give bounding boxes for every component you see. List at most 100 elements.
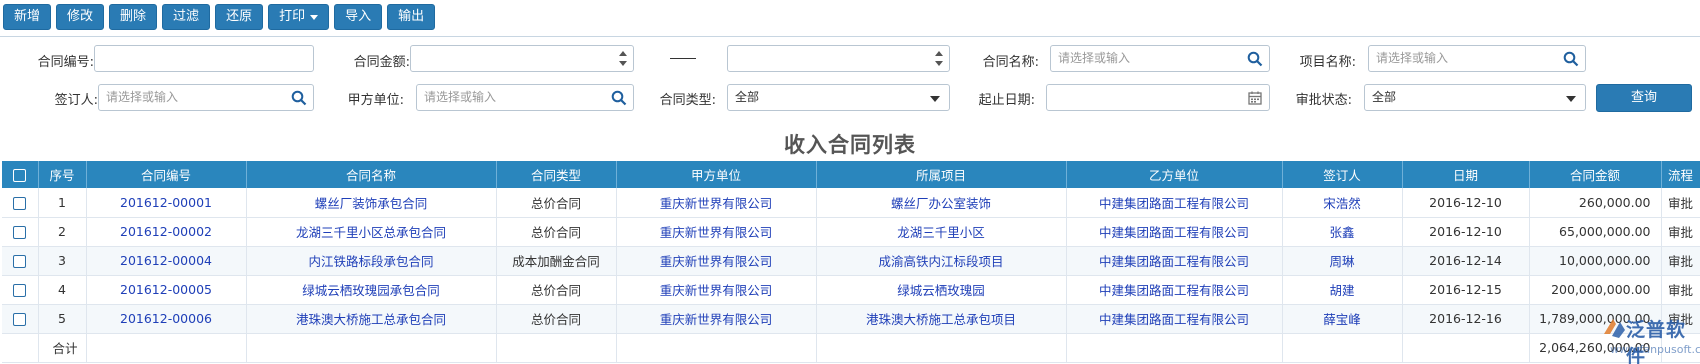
cell-party-a[interactable]: 重庆新世界有限公司 xyxy=(616,246,817,276)
table-row[interactable]: 5 201612-00006 港珠澳大桥施工总承包合同 总价合同 重庆新世界有限… xyxy=(2,304,1700,334)
cell-party-a[interactable]: 重庆新世界有限公司 xyxy=(616,275,817,305)
cell-contract-name[interactable]: 螺丝厂装饰承包合同 xyxy=(246,188,497,218)
table-row[interactable]: 1 201612-00001 螺丝厂装饰承包合同 总价合同 重庆新世界有限公司 … xyxy=(2,188,1700,218)
col-party-b[interactable]: 乙方单位 xyxy=(1066,161,1283,188)
select-all-cell[interactable] xyxy=(2,161,39,188)
cell-project[interactable]: 螺丝厂办公室装饰 xyxy=(816,188,1067,218)
row-select-cell[interactable] xyxy=(2,246,39,276)
cell-signer[interactable]: 宋浩然 xyxy=(1282,188,1403,218)
project-name-input[interactable]: 请选择或输入 xyxy=(1368,45,1586,72)
col-party-a[interactable]: 甲方单位 xyxy=(616,161,817,188)
contract-name-input[interactable]: 请选择或输入 xyxy=(1050,45,1270,72)
add-button[interactable]: 新增 xyxy=(3,4,52,30)
search-icon[interactable] xyxy=(291,90,307,106)
cell-contract-name[interactable]: 绿城云栖玫瑰园承包合同 xyxy=(246,275,497,305)
approval-status-select[interactable]: 全部 xyxy=(1364,84,1586,111)
cell-contract-no[interactable]: 201612-00004 xyxy=(86,246,247,276)
row-checkbox[interactable] xyxy=(13,226,27,239)
col-date[interactable]: 日期 xyxy=(1402,161,1530,188)
cell-contract-type: 总价合同 xyxy=(496,304,617,334)
restore-button[interactable]: 还原 xyxy=(215,4,264,30)
contract-no-input[interactable] xyxy=(94,45,314,72)
col-project[interactable]: 所属项目 xyxy=(816,161,1067,188)
brand-logo-icon xyxy=(1604,319,1625,338)
cell-project[interactable]: 绿城云栖玫瑰园 xyxy=(816,275,1067,305)
cell-party-a[interactable]: 重庆新世界有限公司 xyxy=(616,217,817,247)
contract-name-label: 合同名称: xyxy=(982,55,1039,70)
cell-party-b[interactable]: 中建集团路面工程有限公司 xyxy=(1066,304,1283,334)
cell-signer[interactable]: 薛宝峰 xyxy=(1282,304,1403,334)
table-row[interactable]: 4 201612-00005 绿城云栖玫瑰园承包合同 总价合同 重庆新世界有限公… xyxy=(2,275,1700,305)
cell-flow: 审批 xyxy=(1661,246,1700,276)
cell-seq: 3 xyxy=(38,246,87,276)
search-icon[interactable] xyxy=(1563,51,1579,67)
col-contract-no[interactable]: 合同编号 xyxy=(86,161,247,188)
cell-signer[interactable]: 张鑫 xyxy=(1282,217,1403,247)
amount-to-input[interactable] xyxy=(727,45,950,72)
cell-project[interactable]: 龙湖三千里小区 xyxy=(816,217,1067,247)
row-checkbox[interactable] xyxy=(13,255,27,268)
signer-input[interactable]: 请选择或输入 xyxy=(98,84,314,111)
cell-contract-no[interactable]: 201612-00006 xyxy=(86,304,247,334)
select-all-checkbox[interactable] xyxy=(13,169,27,182)
delete-button[interactable]: 删除 xyxy=(109,4,158,30)
date-range-input[interactable] xyxy=(1046,84,1270,111)
cell-project[interactable]: 成渝高铁内江标段项目 xyxy=(816,246,1067,276)
cell-contract-no[interactable]: 201612-00005 xyxy=(86,275,247,305)
row-checkbox[interactable] xyxy=(13,196,27,210)
col-flow[interactable]: 流程 xyxy=(1661,161,1700,188)
filter-button[interactable]: 过滤 xyxy=(162,4,211,30)
cell-party-b[interactable]: 中建集团路面工程有限公司 xyxy=(1066,217,1283,247)
search-icon[interactable] xyxy=(1247,51,1263,67)
row-select-cell[interactable] xyxy=(2,217,39,247)
cell-contract-name[interactable]: 港珠澳大桥施工总承包合同 xyxy=(246,304,497,334)
cell-contract-name[interactable]: 龙湖三千里小区总承包合同 xyxy=(246,217,497,247)
row-select-cell[interactable] xyxy=(2,188,39,218)
cell-seq: 4 xyxy=(38,275,87,305)
date-range-label: 起止日期: xyxy=(978,93,1035,108)
amount-from-stepper[interactable] xyxy=(619,49,627,68)
cell-date: 2016-12-16 xyxy=(1402,304,1530,334)
cell-contract-no[interactable]: 201612-00002 xyxy=(86,217,247,247)
party-a-input[interactable]: 请选择或输入 xyxy=(416,84,634,111)
approval-status-value: 全部 xyxy=(1372,90,1397,104)
page-title: 收入合同列表 xyxy=(784,133,916,157)
cell-party-a[interactable]: 重庆新世界有限公司 xyxy=(616,188,817,218)
contract-type-label: 合同类型: xyxy=(659,93,716,108)
cell-flow: 审批 xyxy=(1661,275,1700,305)
col-amount[interactable]: 合同金额 xyxy=(1529,161,1662,188)
table-row[interactable]: 3 201612-00004 内江铁路标段承包合同 成本加酬金合同 重庆新世界有… xyxy=(2,246,1700,276)
cell-contract-type: 总价合同 xyxy=(496,275,617,305)
chevron-down-icon xyxy=(1566,96,1576,102)
cell-party-b[interactable]: 中建集团路面工程有限公司 xyxy=(1066,188,1283,218)
cell-party-a[interactable]: 重庆新世界有限公司 xyxy=(616,304,817,334)
row-checkbox[interactable] xyxy=(13,284,27,297)
cell-project[interactable]: 港珠澳大桥施工总承包项目 xyxy=(816,304,1067,334)
col-contract-name[interactable]: 合同名称 xyxy=(246,161,497,188)
col-signer[interactable]: 签订人 xyxy=(1282,161,1403,188)
col-seq[interactable]: 序号 xyxy=(38,161,87,188)
amount-from-input[interactable] xyxy=(410,45,634,72)
contract-type-select[interactable]: 全部 xyxy=(727,84,950,111)
row-checkbox[interactable] xyxy=(13,313,27,326)
export-button[interactable]: 输出 xyxy=(387,4,436,30)
table-row[interactable]: 2 201612-00002 龙湖三千里小区总承包合同 总价合同 重庆新世界有限… xyxy=(2,217,1700,247)
search-icon[interactable] xyxy=(611,90,627,106)
row-select-cell[interactable] xyxy=(2,275,39,305)
col-contract-type[interactable]: 合同类型 xyxy=(496,161,617,188)
print-button[interactable]: 打印 xyxy=(268,4,330,30)
import-button[interactable]: 导入 xyxy=(334,4,383,30)
amount-to-stepper[interactable] xyxy=(935,49,943,68)
cell-party-b[interactable]: 中建集团路面工程有限公司 xyxy=(1066,275,1283,305)
edit-button[interactable]: 修改 xyxy=(56,4,105,30)
query-button[interactable]: 查询 xyxy=(1596,84,1692,112)
calendar-icon[interactable] xyxy=(1247,90,1263,106)
row-select-cell[interactable] xyxy=(2,304,39,334)
cell-contract-no[interactable]: 201612-00001 xyxy=(86,188,247,218)
cell-signer[interactable]: 胡建 xyxy=(1282,275,1403,305)
cell-seq: 2 xyxy=(38,217,87,247)
cell-party-b[interactable]: 中建集团路面工程有限公司 xyxy=(1066,246,1283,276)
cell-amount: 10,000,000.00 xyxy=(1529,246,1662,276)
cell-signer[interactable]: 周琳 xyxy=(1282,246,1403,276)
cell-contract-name[interactable]: 内江铁路标段承包合同 xyxy=(246,246,497,276)
